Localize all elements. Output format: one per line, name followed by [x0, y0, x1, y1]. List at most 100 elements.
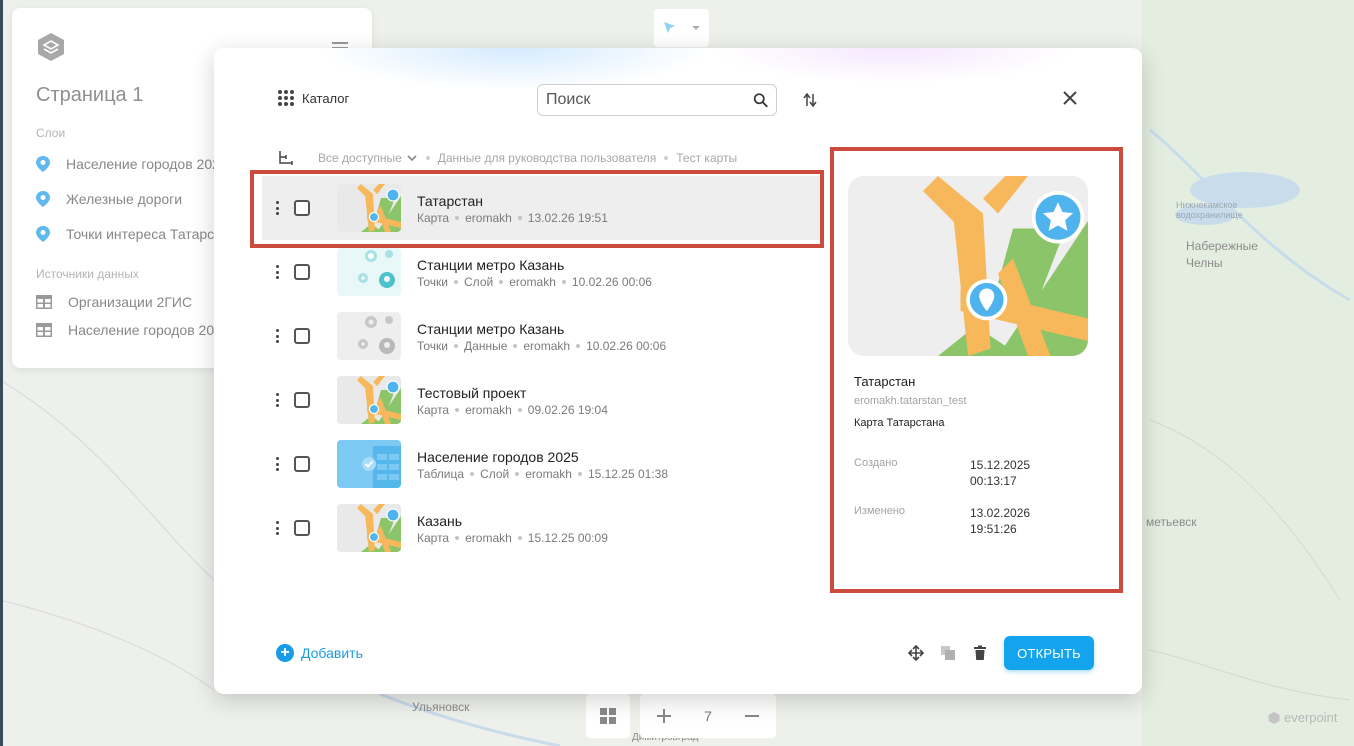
sidebar-source-label: Организации 2ГИС: [68, 294, 193, 310]
item-checkbox[interactable]: [294, 520, 310, 536]
chevron-down-icon: [691, 26, 700, 30]
catalog-item-row[interactable]: Население городов 2025 Таблица Слой eromakh…: [262, 432, 822, 496]
item-texts: Станции метро Казань Точки Данные eromakh 10…: [417, 320, 666, 353]
item-meta-value: 09.02.26 19:04: [527, 402, 608, 417]
item-texts: Тестовый проект Карта eromakh 09.02.26 19:0…: [417, 384, 608, 417]
catalog-item-row[interactable]: Станции метро Казань Точки Слой eromakh 10.0…: [262, 240, 822, 304]
trash-icon[interactable]: [972, 645, 988, 661]
layers-section-label: Слои: [36, 126, 66, 140]
brand-name: everpoint: [1284, 710, 1338, 725]
item-name: Станции метро Казань: [417, 320, 565, 337]
zoom-in-icon[interactable]: [656, 709, 671, 723]
item-meta-value: eromakh: [525, 466, 572, 481]
meta-separator: [470, 471, 475, 476]
more-options-icon[interactable]: [276, 457, 280, 471]
brand-logo: everpoint: [1268, 710, 1337, 725]
open-button[interactable]: ОТКРЫТЬ: [1004, 636, 1094, 670]
copy-icon[interactable]: [940, 645, 956, 661]
item-meta: Карта eromakh 09.02.26 19:04: [417, 403, 608, 417]
sidebar-source-item[interactable]: Организации 2ГИС: [36, 292, 192, 312]
created-value: 15.12.2025 00:13:17: [970, 457, 1090, 489]
map-bottom-toolbar: 7: [586, 694, 776, 738]
meta-separator: [576, 343, 581, 348]
meta-separator: [577, 471, 582, 476]
sidebar-source-item[interactable]: Население городов 2025: [36, 320, 230, 340]
sort-icon[interactable]: [802, 92, 818, 108]
catalog-title-text: Каталог: [302, 90, 350, 106]
modified-date: 13.02.2026: [970, 506, 1031, 520]
preview-dates: Создано 15.12.2025 00:13:17 Изменено 13.…: [854, 457, 1088, 537]
breadcrumb-item[interactable]: Тест карты: [676, 151, 737, 165]
meta-separator: [515, 471, 520, 476]
item-checkbox[interactable]: [294, 456, 310, 472]
search-input[interactable]: [546, 91, 753, 109]
item-checkbox[interactable]: [294, 200, 310, 216]
breadcrumb-item[interactable]: Данные для руководства пользователя: [438, 151, 657, 165]
select-tool-button[interactable]: [654, 9, 709, 47]
created-label: Создано: [854, 457, 898, 469]
item-name: Татарстан: [417, 192, 484, 209]
catalog-item-list: Татарстан Карта eromakh 13.02.26 19:51 Станц…: [262, 176, 822, 560]
add-button-label: Добавить: [301, 645, 363, 661]
folder-tree-icon[interactable]: [278, 150, 294, 166]
catalog-item-row[interactable]: Татарстан Карта eromakh 13.02.26 19:51: [262, 176, 822, 240]
item-meta-value: Точки: [417, 274, 449, 289]
add-button[interactable]: + Добавить: [276, 644, 363, 662]
item-name: Казань: [417, 512, 463, 529]
item-meta-value: Точки: [417, 338, 449, 353]
item-meta-value: eromakh: [465, 530, 512, 545]
item-meta-value: 13.02.26 19:51: [527, 210, 608, 225]
more-options-icon[interactable]: [276, 265, 280, 279]
breadcrumb-item[interactable]: Все доступные: [318, 151, 402, 165]
catalog-item-row[interactable]: Тестовый проект Карта eromakh 09.02.26 19:0…: [262, 368, 822, 432]
item-meta: Точки Данные eromakh 10.02.26 00:06: [417, 339, 666, 353]
meta-separator: [454, 279, 459, 284]
item-thumbnail: [337, 248, 401, 296]
more-options-icon[interactable]: [276, 201, 280, 215]
sidebar-layer-item[interactable]: Население городов 2025: [36, 154, 228, 174]
item-meta-value: eromakh: [465, 402, 512, 417]
more-options-icon[interactable]: [276, 393, 280, 407]
catalog-title: Каталог: [278, 90, 349, 106]
item-texts: Татарстан Карта eromakh 13.02.26 19:51: [417, 192, 608, 225]
item-name: Население городов 2025: [417, 448, 579, 465]
table-icon: [36, 323, 52, 337]
item-meta: Точки Слой eromakh 10.02.26 00:06: [417, 275, 652, 289]
meta-separator: [454, 343, 459, 348]
sidebar-source-label: Население городов 2025: [68, 322, 230, 338]
meta-separator: [513, 343, 518, 348]
basemap-button[interactable]: [586, 694, 630, 738]
zoom-out-icon[interactable]: [745, 709, 760, 723]
sidebar-layer-item[interactable]: Железные дороги: [36, 189, 182, 209]
modified-value: 13.02.2026 19:51:26: [970, 505, 1090, 537]
more-options-icon[interactable]: [276, 521, 280, 535]
meta-separator: [499, 279, 504, 284]
meta-separator: [561, 279, 566, 284]
search-box[interactable]: [537, 84, 777, 116]
table-icon: [36, 295, 52, 309]
catalog-item-row[interactable]: Казань Карта eromakh 15.12.25 00:09: [262, 496, 822, 560]
preview-title: Татарстан: [854, 374, 916, 389]
catalog-item-row[interactable]: Станции метро Казань Точки Данные eromakh 10…: [262, 304, 822, 368]
item-preview-panel: Татарстан eromakh.tatarstan_test Карта Т…: [848, 176, 1088, 537]
item-texts: Станции метро Казань Точки Слой eromakh 10.0…: [417, 256, 652, 289]
move-icon[interactable]: [908, 645, 924, 661]
item-checkbox[interactable]: [294, 392, 310, 408]
item-checkbox[interactable]: [294, 328, 310, 344]
item-checkbox[interactable]: [294, 264, 310, 280]
more-options-icon[interactable]: [276, 329, 280, 343]
preview-description: Карта Татарстана: [854, 417, 945, 429]
item-meta-value: 10.02.26 00:06: [571, 274, 652, 289]
meta-separator: [455, 535, 460, 540]
item-meta-value: eromakh: [509, 274, 556, 289]
map-thumbnail-icon: [337, 376, 401, 424]
item-meta: Таблица Слой eromakh 15.12.25 01:38: [417, 467, 668, 481]
plus-circle-icon: +: [276, 644, 294, 662]
map-thumbnail-icon: [848, 176, 1088, 356]
search-icon[interactable]: [753, 91, 768, 109]
chevron-down-icon[interactable]: [406, 152, 418, 164]
item-meta-value: eromakh: [523, 338, 571, 353]
sidebar-layer-item[interactable]: Точки интереса Татарстана: [36, 224, 244, 244]
close-icon[interactable]: [1062, 90, 1078, 106]
meta-separator: [455, 215, 460, 220]
